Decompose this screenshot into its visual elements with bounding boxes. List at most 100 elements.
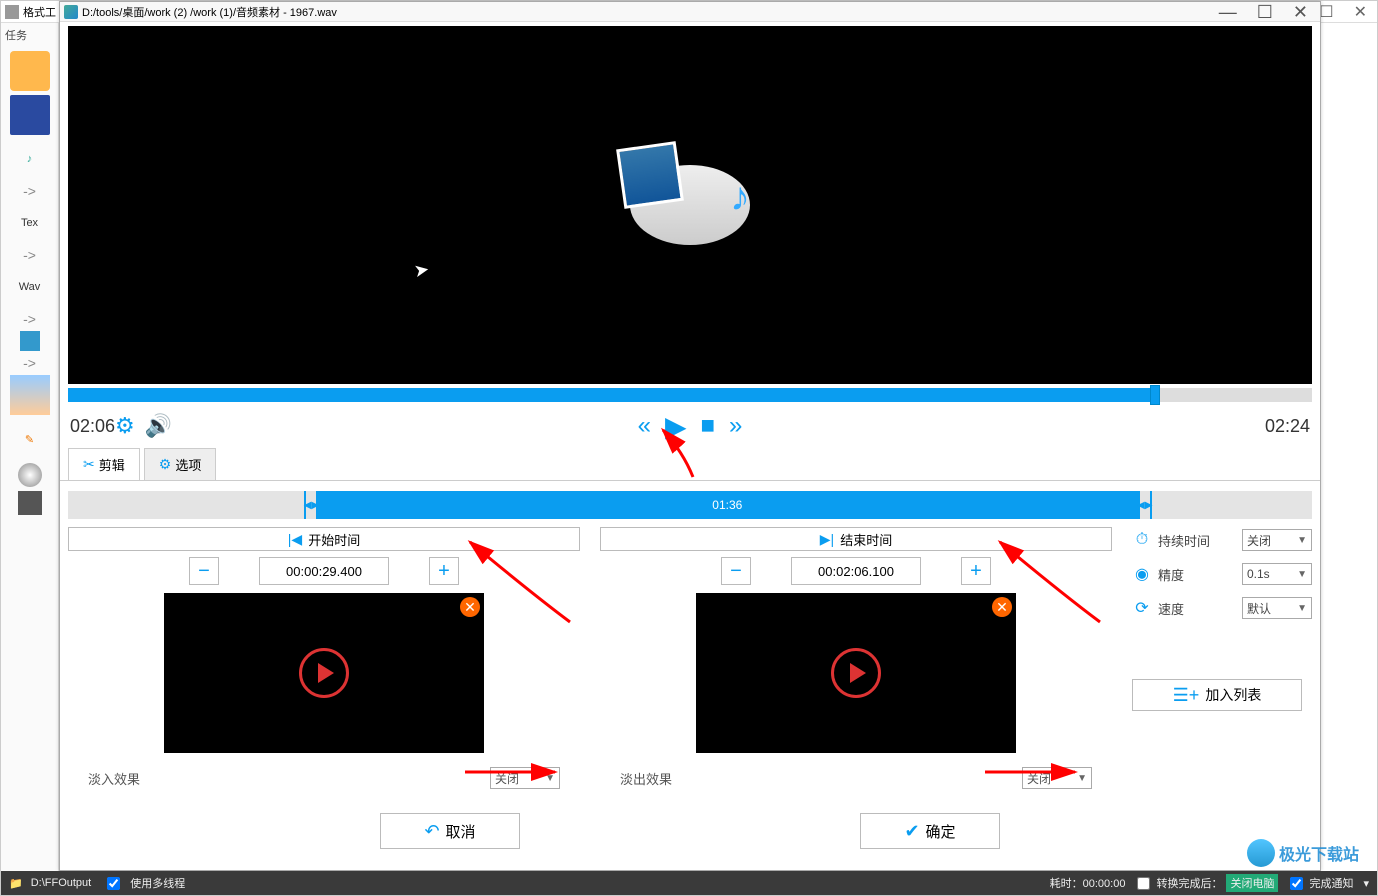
list-add-icon: ☰+: [1173, 685, 1200, 706]
settings-icon[interactable]: ⚙: [115, 413, 135, 439]
clock-icon: ⏱: [1132, 531, 1152, 549]
outer-close[interactable]: ✕: [1348, 2, 1373, 22]
time-current: 02:06: [70, 416, 115, 437]
end-time-input[interactable]: [791, 557, 921, 585]
ok-button[interactable]: ✔ 确定: [860, 813, 1000, 849]
preview-area: ♪ ➤: [68, 26, 1312, 384]
stop-button[interactable]: ■: [701, 412, 716, 440]
fade-out-select[interactable]: 关闭▼: [1022, 767, 1092, 789]
end-thumb-close[interactable]: ✕: [992, 597, 1012, 617]
chevron-down-icon: ▼: [1297, 535, 1307, 546]
tab-options[interactable]: ⚙ 选项: [144, 448, 217, 480]
sidebar-tex[interactable]: Tex: [10, 203, 50, 243]
shutdown-option[interactable]: 关闭电脑: [1226, 874, 1278, 892]
chevron-down-icon: ▼: [1297, 603, 1307, 614]
task-label: 任务: [1, 23, 58, 47]
duration-select[interactable]: 关闭 ▼: [1242, 529, 1312, 551]
fade-out-label: 淡出效果: [620, 769, 672, 788]
undo-icon: ↶: [424, 821, 439, 842]
cancel-label: 取消: [446, 821, 476, 842]
ok-label: 确定: [926, 821, 956, 842]
add-to-list-button[interactable]: ☰+ 加入列表: [1132, 679, 1302, 711]
sidebar-misc-1[interactable]: [20, 331, 40, 351]
add-to-list-label: 加入列表: [1205, 685, 1261, 705]
sidebar-folder-icon[interactable]: [10, 51, 50, 91]
start-thumb-play[interactable]: [299, 648, 349, 698]
start-time-button[interactable]: |◀ 开始时间: [68, 527, 580, 551]
after-convert-checkbox[interactable]: [1137, 877, 1150, 890]
sidebar-arrow-1: ->: [1, 183, 58, 199]
multithread-checkbox[interactable]: [107, 877, 120, 890]
sidebar-arrow-4: ->: [1, 355, 58, 371]
editor-max[interactable]: ☐: [1249, 3, 1281, 21]
progress-track[interactable]: [68, 388, 1312, 402]
end-thumbnail: ✕: [696, 593, 1016, 753]
left-sidebar: 任务 ♪ -> Tex -> Wav -> -> ✎: [1, 23, 59, 871]
duration-value: 关闭: [1247, 532, 1271, 549]
progress-fill: [68, 388, 1150, 402]
sidebar-audio-icon[interactable]: ♪: [10, 139, 50, 179]
output-path[interactable]: D:\FFOutput: [31, 877, 92, 889]
start-marker-icon: |◀: [288, 531, 302, 548]
end-minus-button[interactable]: −: [721, 557, 751, 585]
fade-out-value: 关闭: [1027, 770, 1051, 787]
watermark-text: 极光下载站: [1279, 841, 1359, 865]
trim-handle-start[interactable]: ◀▶: [304, 491, 318, 519]
notify-checkbox[interactable]: [1290, 877, 1303, 890]
speed-value: 默认: [1247, 600, 1271, 617]
status-chevron-icon[interactable]: ▾: [1363, 877, 1369, 890]
end-plus-button[interactable]: +: [961, 557, 991, 585]
mouse-cursor-icon: ➤: [412, 259, 431, 282]
elapsed-label: 耗时：00:00:00: [1050, 875, 1126, 891]
tab-edit[interactable]: ✂ 剪辑: [68, 448, 140, 480]
sidebar-arrow-3: ->: [1, 311, 58, 327]
editor-min[interactable]: —: [1211, 3, 1245, 21]
editor-title: D:/tools/桌面/work (2) /work (1)/音频素材 - 19…: [82, 4, 337, 20]
trim-fill: 01:36: [317, 491, 1138, 519]
end-time-label: 结束时间: [840, 530, 892, 549]
sidebar-wav[interactable]: Wav: [10, 267, 50, 307]
trim-track[interactable]: 01:36 ◀▶ ◀▶: [68, 491, 1312, 519]
sidebar-pencil-icon[interactable]: ✎: [10, 419, 50, 459]
next-button[interactable]: »: [729, 412, 742, 440]
precision-select[interactable]: 0.1s ▼: [1242, 563, 1312, 585]
sidebar-disc-icon[interactable]: [18, 463, 42, 487]
editor-close[interactable]: ✕: [1285, 3, 1316, 21]
folder-icon[interactable]: 📁: [9, 877, 23, 890]
progress-handle[interactable]: [1150, 385, 1160, 405]
outer-title: 格式工: [23, 4, 56, 20]
end-marker-icon: ▶|: [820, 531, 834, 548]
tab-options-label: 选项: [175, 455, 201, 474]
chevron-down-icon: ▼: [545, 773, 555, 784]
fade-in-select[interactable]: 关闭▼: [490, 767, 560, 789]
scissors-icon: ✂: [83, 456, 95, 473]
volume-icon[interactable]: 🔊: [145, 413, 172, 439]
after-convert-label: 转换完成后：: [1156, 875, 1222, 891]
start-time-input[interactable]: [259, 557, 389, 585]
end-time-button[interactable]: ▶| 结束时间: [600, 527, 1112, 551]
speed-select[interactable]: 默认 ▼: [1242, 597, 1312, 619]
tab-edit-label: 剪辑: [99, 455, 125, 474]
prev-button[interactable]: «: [638, 412, 651, 440]
start-thumb-close[interactable]: ✕: [460, 597, 480, 617]
speed-icon: ⟳: [1132, 598, 1152, 618]
sidebar-video-icon[interactable]: [10, 95, 50, 135]
watermark-icon: [1247, 839, 1275, 867]
start-thumbnail: ✕: [164, 593, 484, 753]
cancel-button[interactable]: ↶ 取消: [380, 813, 520, 849]
trim-handle-end[interactable]: ◀▶: [1138, 491, 1152, 519]
multithread-label: 使用多线程: [130, 875, 185, 891]
chevron-down-icon: ▼: [1297, 569, 1307, 580]
start-plus-button[interactable]: +: [429, 557, 459, 585]
trim-duration: 01:36: [712, 498, 742, 512]
duration-label: 持续时间: [1158, 531, 1210, 550]
play-button[interactable]: ▶: [665, 410, 687, 443]
sidebar-img-icon[interactable]: [10, 375, 50, 415]
start-minus-button[interactable]: −: [189, 557, 219, 585]
precision-value: 0.1s: [1247, 567, 1270, 581]
end-thumb-play[interactable]: [831, 648, 881, 698]
speed-label: 速度: [1158, 599, 1184, 618]
watermark: 极光下载站: [1247, 839, 1359, 867]
time-total: 02:24: [1265, 416, 1310, 437]
sidebar-film-icon[interactable]: [18, 491, 42, 515]
